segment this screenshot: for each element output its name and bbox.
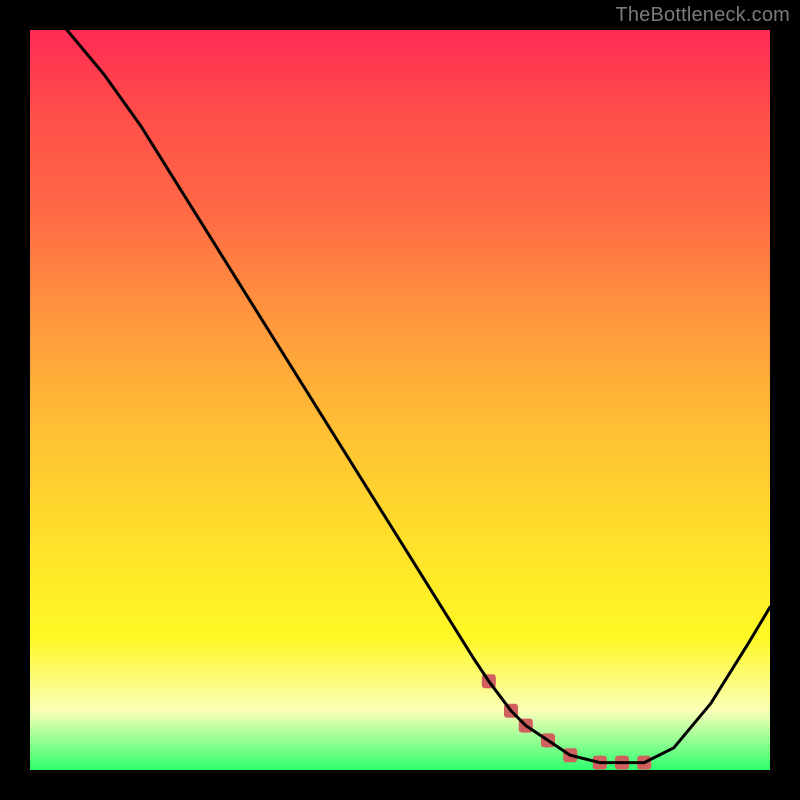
trough-markers bbox=[482, 674, 651, 769]
bottleneck-curve bbox=[67, 30, 770, 763]
plot-area bbox=[30, 30, 770, 770]
watermark-label: TheBottleneck.com bbox=[615, 4, 790, 27]
curve-layer bbox=[30, 30, 770, 770]
chart-frame: TheBottleneck.com bbox=[0, 0, 800, 800]
